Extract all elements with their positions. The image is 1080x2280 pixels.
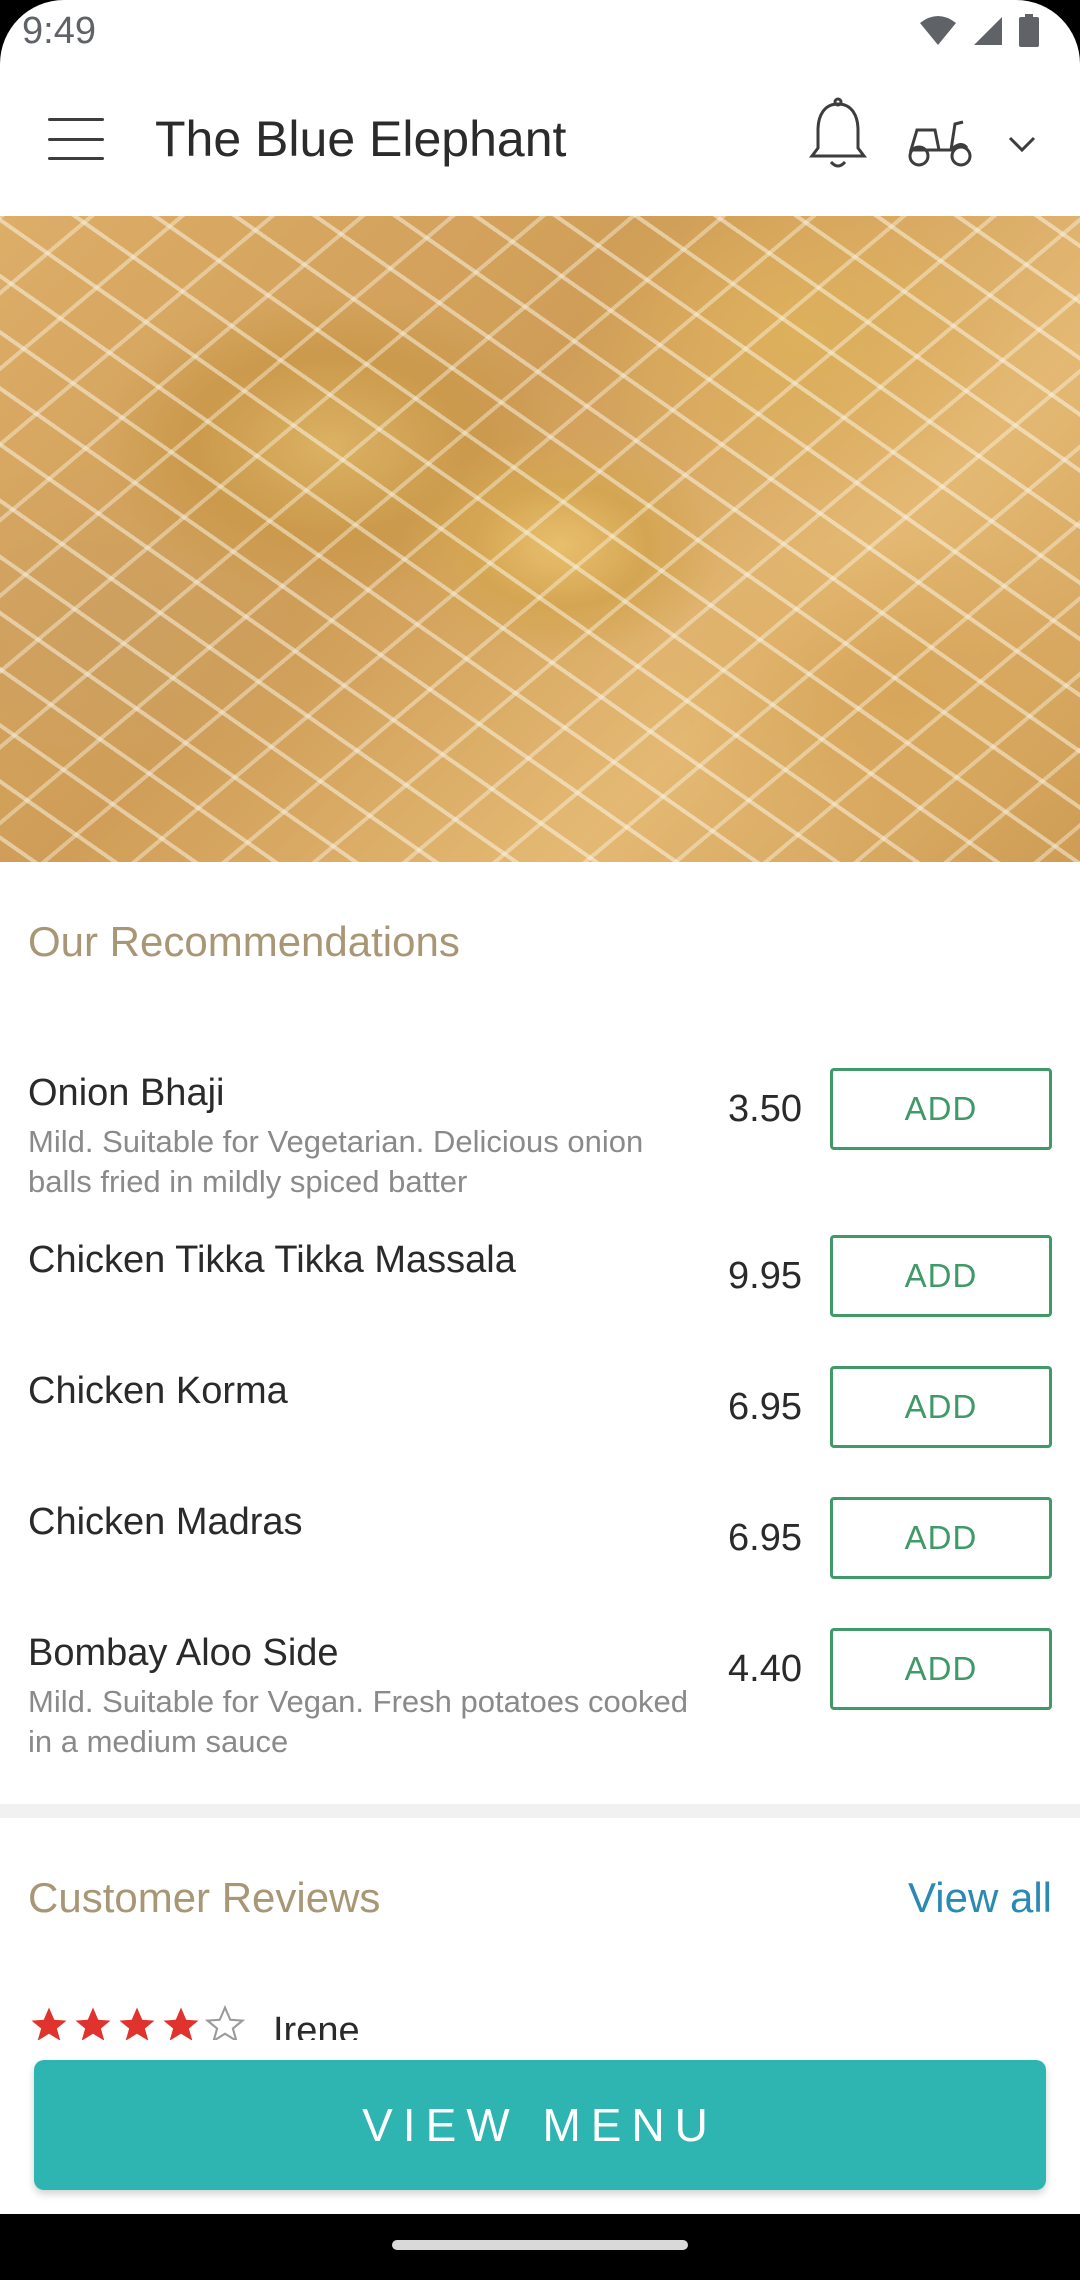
menu-item-price: 3.50 — [728, 1088, 802, 1130]
menu-item-name: Chicken Madras — [28, 1501, 303, 1543]
signal-icon — [974, 17, 1002, 45]
menu-item-name: Bombay Aloo Side — [28, 1632, 339, 1674]
hero-food-image — [0, 216, 1080, 862]
wifi-icon — [920, 16, 956, 45]
star-filled-icon — [163, 2007, 199, 2040]
menu-item-name: Chicken Korma — [28, 1370, 288, 1412]
reviews-title: Customer Reviews — [28, 1874, 381, 1921]
menu-item-description: Mild. Suitable for Vegetarian. Delicious… — [28, 1124, 644, 1199]
add-button[interactable]: ADD — [830, 1497, 1052, 1579]
star-filled-icon — [75, 2007, 111, 2040]
bell-icon[interactable] — [802, 96, 874, 176]
menu-item-price: 4.40 — [728, 1648, 802, 1690]
review-item: Irene — [28, 2000, 1028, 2040]
menu-item-name: Onion Bhaji — [28, 1072, 225, 1114]
app-title: The Blue Elephant — [155, 111, 567, 167]
menu-item-description: Mild. Suitable for Vegan. Fresh potatoes… — [28, 1684, 689, 1759]
star-filled-icon — [119, 2007, 155, 2040]
home-indicator[interactable] — [392, 2240, 688, 2250]
app-header: The Blue Elephant — [0, 66, 1080, 216]
status-icons — [918, 14, 1040, 48]
app-screen: 9:49 The Blue Elephant Our Recommendatio… — [0, 0, 1080, 2214]
reviewer-name: Irene — [273, 2010, 360, 2040]
view-all-link[interactable]: View all — [908, 1874, 1052, 1922]
add-button[interactable]: ADD — [830, 1235, 1052, 1317]
star-filled-icon — [31, 2007, 67, 2040]
star-rating — [28, 2004, 246, 2040]
menu-item-price: 6.95 — [728, 1517, 802, 1559]
view-menu-button[interactable]: VIEW MENU — [34, 2060, 1046, 2190]
add-button[interactable]: ADD — [830, 1366, 1052, 1448]
chevron-down-icon[interactable] — [1002, 128, 1042, 158]
scooter-icon[interactable] — [905, 110, 975, 170]
star-empty-icon — [204, 2004, 246, 2040]
status-bar: 9:49 — [0, 0, 1080, 66]
status-time: 9:49 — [22, 10, 96, 52]
menu-item-name: Chicken Tikka Tikka Massala — [28, 1239, 516, 1281]
add-button[interactable]: ADD — [830, 1068, 1052, 1150]
battery-icon — [1019, 14, 1039, 47]
menu-item-price: 6.95 — [728, 1386, 802, 1428]
section-divider — [0, 1804, 1080, 1818]
menu-icon[interactable] — [48, 118, 104, 160]
add-button[interactable]: ADD — [830, 1628, 1052, 1710]
recommendations-title: Our Recommendations — [28, 918, 460, 965]
menu-item-price: 9.95 — [728, 1255, 802, 1297]
